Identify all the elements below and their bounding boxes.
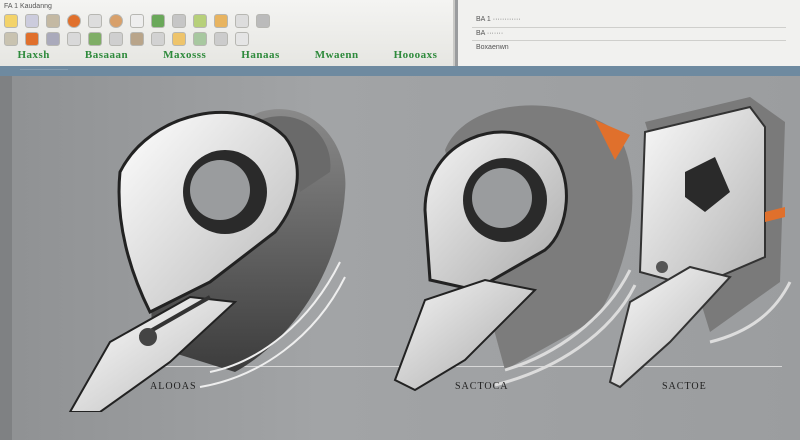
plant-icon[interactable] (193, 32, 207, 46)
part-caption: SACTOCA (455, 381, 509, 392)
select-icon[interactable] (88, 14, 102, 28)
group-label[interactable]: Hanaas (241, 49, 279, 64)
panel-line: BA ······· (476, 30, 504, 37)
grid-icon[interactable] (46, 32, 60, 46)
sphere-icon[interactable] (109, 14, 123, 28)
crop-icon[interactable] (25, 14, 39, 28)
group-label[interactable]: Haxsh (17, 49, 49, 64)
view-icon[interactable] (67, 32, 81, 46)
wrench-icon[interactable] (214, 32, 228, 46)
orange-circle-icon[interactable] (67, 14, 81, 28)
measure-icon[interactable] (256, 14, 270, 28)
export-icon[interactable] (235, 32, 249, 46)
group-label[interactable]: Mwaenn (315, 49, 359, 64)
toolbar-ribbon: FA 1 Kaudanng Haxsh Basaaan Maxosss Hana… (0, 0, 455, 66)
leaf-icon[interactable] (151, 14, 165, 28)
sun-icon[interactable] (4, 14, 18, 28)
ribbon-title: FA 1 Kaudanng (4, 3, 52, 10)
part-caption: ALOOAS (150, 381, 197, 392)
tree-icon[interactable] (88, 32, 102, 46)
panel-line: Boxaenwn (476, 44, 509, 51)
puzzle-icon[interactable] (193, 14, 207, 28)
group-label[interactable]: Maxosss (163, 49, 206, 64)
folder-icon[interactable] (214, 14, 228, 28)
frame-icon[interactable] (46, 14, 60, 28)
hook-part-model[interactable] (60, 82, 360, 412)
box-icon[interactable] (130, 14, 144, 28)
tool-row-2 (4, 32, 256, 46)
ribbon-group-labels: Haxsh Basaaan Maxosss Hanaas Mwaenn Hooo… (0, 49, 453, 64)
bracket-part-model[interactable] (600, 82, 795, 392)
tool-row-1 (4, 14, 277, 28)
divider (472, 27, 786, 28)
3d-viewport[interactable]: ALOOAS SACTOCA SACTOE (0, 76, 800, 440)
color-icon[interactable] (25, 32, 39, 46)
gear-icon[interactable] (172, 14, 186, 28)
camera-icon[interactable] (151, 32, 165, 46)
light-icon[interactable] (172, 32, 186, 46)
divider (472, 40, 786, 41)
layer-icon[interactable] (4, 32, 18, 46)
tab-label[interactable]: ························ (20, 67, 68, 73)
material-icon[interactable] (130, 32, 144, 46)
part-caption: SACTOE (662, 381, 707, 392)
properties-panel: BA 1 ············ BA ······· Boxaenwn (458, 0, 800, 66)
cursor-icon[interactable] (235, 14, 249, 28)
panel-line: BA 1 ············ (476, 16, 521, 23)
group-label[interactable]: Hoooaxs (394, 49, 438, 64)
group-label[interactable]: Basaaan (85, 49, 128, 64)
viewport-edge (0, 76, 12, 440)
mesh-icon[interactable] (109, 32, 123, 46)
document-tabstrip[interactable]: ························ (0, 66, 800, 76)
